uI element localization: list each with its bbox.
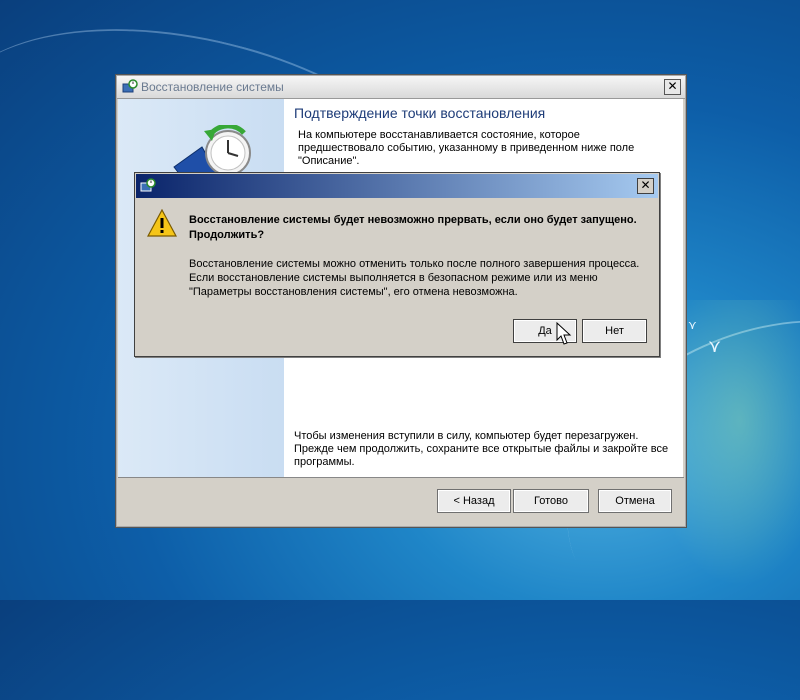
no-button[interactable]: Нет bbox=[582, 319, 647, 343]
system-restore-icon bbox=[122, 79, 138, 93]
dialog-main-message: Восстановление системы будет невозможно … bbox=[189, 214, 637, 241]
window-close-button[interactable]: ✕ bbox=[664, 79, 681, 95]
warning-icon bbox=[147, 209, 177, 237]
bird-icon: ⋎ bbox=[708, 336, 722, 356]
dialog-close-button[interactable]: ✕ bbox=[637, 178, 654, 194]
dialog-detail-message: Восстановление системы можно отменить то… bbox=[189, 258, 640, 298]
back-button[interactable]: < Назад bbox=[437, 489, 511, 513]
dialog-titlebar: ✕ bbox=[136, 174, 658, 198]
reboot-note: Чтобы изменения вступили в силу, компьют… bbox=[294, 430, 669, 468]
cancel-button[interactable]: Отмена bbox=[598, 489, 672, 513]
confirmation-dialog: ✕ Восстановление системы будет невозможн… bbox=[134, 172, 660, 357]
mouse-cursor-icon bbox=[556, 322, 572, 345]
footer-divider bbox=[118, 477, 684, 478]
window-title: Восстановление системы bbox=[141, 80, 284, 94]
restore-description: На компьютере восстанавливается состояни… bbox=[298, 129, 635, 167]
bird-icon: ⋎ bbox=[688, 318, 697, 332]
page-title: Подтверждение точки восстановления bbox=[294, 105, 546, 121]
finish-button[interactable]: Готово bbox=[513, 489, 589, 513]
system-restore-icon bbox=[140, 178, 156, 192]
window-titlebar: Восстановление системы ✕ bbox=[117, 76, 685, 99]
